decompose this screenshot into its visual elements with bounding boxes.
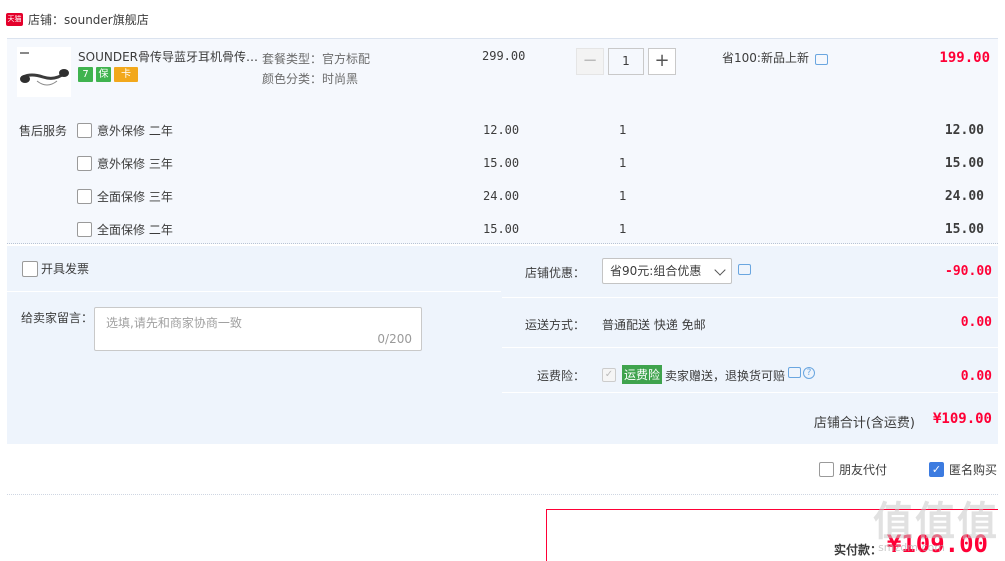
service-price: 12.00 [483,123,520,137]
seller-message-input[interactable]: 选填,请先和商家协商一致 0/200 [94,307,422,351]
friend-pay-checkbox[interactable] [818,462,834,477]
seller-message-placeholder: 选填,请先和商家协商一致 [106,316,242,330]
shop-name[interactable]: 店铺：sounder旗舰店 [28,11,149,28]
shop-subtotal-label: 店铺合计(含运费) [813,416,915,431]
help-icon[interactable]: ? [803,367,815,379]
sku-info: 套餐类型：官方标配 颜色分类：时尚黑 [262,49,370,89]
seven-day-return-icon[interactable]: 7 [78,67,93,82]
anonymous-option[interactable]: ✓ 匿名购买 [928,461,997,478]
anonymous-label[interactable]: 匿名购买 [949,461,997,478]
service-qty: 1 [619,189,627,203]
friend-pay-option[interactable]: 朋友代付 [818,461,887,478]
chevron-down-icon [714,264,726,276]
service-checkbox[interactable] [77,221,92,237]
invoice-row: 开具发票 [7,246,501,292]
payment-options: 朋友代付 ✓ 匿名购买 [777,461,997,478]
decrease-quantity-button[interactable]: − [576,48,604,75]
service-price: 15.00 [483,222,520,236]
shop-discount-amount: -90.00 [945,264,992,279]
item-total: 199.00 [939,50,990,66]
shop-discount-row: 店铺优惠： 省90元:组合优惠 -90.00 [502,246,998,298]
service-row: 意外保修 三年 15.00 1 15.00 [77,153,990,173]
shipping-method: 普通配送 快递 免邮 [602,318,706,332]
seller-message-label: 给卖家留言： [21,311,94,325]
service-checkbox[interactable] [77,122,92,138]
anonymous-checkbox[interactable]: ✓ [928,462,944,477]
product-badges: 7 保 卡 [78,67,138,82]
sku-color: 颜色分类：时尚黑 [262,72,359,86]
service-name: 意外保修 二年 [97,123,173,138]
tmall-icon: 天猫 [6,12,23,26]
increase-quantity-button[interactable]: + [648,48,676,75]
product-thumbnail[interactable] [17,47,71,97]
service-total: 15.00 [944,155,984,171]
sku-package: 套餐类型：官方标配 [262,52,371,66]
order-options-block: 开具发票 给卖家留言： 选填,请先和商家协商一致 0/200 店铺优惠： 省90… [7,246,998,444]
insurance-checkbox[interactable]: ✓ [602,368,616,382]
service-checkbox[interactable] [77,188,92,204]
headphone-icon [17,47,71,97]
service-row: 全面保修 三年 24.00 1 24.00 [77,186,990,206]
shop-header: 天猫 店铺：sounder旗舰店 [6,9,149,29]
quantity-input[interactable]: 1 [608,48,644,75]
service-name: 全面保修 三年 [97,189,173,204]
order-item-block: SOUNDER骨传导蓝牙耳机骨传导运动耳机 7 保 卡 套餐类型：官方标配 颜色… [7,38,998,244]
shipping-row: 运送方式： 普通配送 快递 免邮 0.00 [502,298,998,348]
insurance-tag: 运费险 [622,365,663,384]
site-watermark-url: smzdm.com [878,541,945,554]
guarantee-icon[interactable]: 保 [96,67,111,82]
invoice-checkbox[interactable] [22,260,38,277]
product-title[interactable]: SOUNDER骨传导蓝牙耳机骨传导运动耳机 [78,48,260,65]
quantity-stepper: − 1 + [576,48,676,75]
discount-note: 省100:新品上新 [722,49,828,66]
friend-pay-label[interactable]: 朋友代付 [839,461,887,478]
service-price: 24.00 [483,189,520,203]
section-divider [7,494,998,495]
shop-discount-value: 省90元:组合优惠 [610,264,702,278]
shop-discount-label: 店铺优惠： [524,266,585,280]
after-sales-label: 售后服务 [19,124,68,138]
service-price: 15.00 [483,156,520,170]
unit-price: 299.00 [482,49,526,63]
shop-subtotal-amount: ¥109.00 [932,411,992,427]
shop-subtotal-row: 店铺合计(含运费) ¥109.00 [7,393,998,444]
shop-discount-select[interactable]: 省90元:组合优惠 [602,258,732,284]
service-row: 全面保修 二年 15.00 1 15.00 [77,219,990,239]
credit-card-icon[interactable]: 卡 [114,67,138,82]
service-total: 12.00 [944,122,984,138]
service-total: 15.00 [944,221,984,237]
message-icon[interactable] [738,264,751,275]
insurance-label: 运费险： [536,369,585,383]
service-qty: 1 [619,156,627,170]
service-qty: 1 [619,222,627,236]
message-icon[interactable] [814,54,828,65]
service-row: 意外保修 二年 12.00 1 12.00 [77,120,990,140]
service-name: 全面保修 二年 [97,222,173,237]
service-name: 意外保修 三年 [97,156,173,171]
insurance-amount: 0.00 [960,369,992,384]
service-total: 24.00 [944,188,984,204]
discount-text: 省100:新品上新 [722,51,809,65]
character-count: 0/200 [377,332,412,346]
site-watermark: 值值值 [873,499,999,545]
insurance-description: 卖家赠送，退换货可赔 [665,369,786,383]
shipping-insurance-row: 运费险： ✓ 运费险 卖家赠送，退换货可赔 ? 0.00 [502,348,998,393]
invoice-label[interactable]: 开具发票 [41,260,89,277]
service-qty: 1 [619,123,627,137]
order-extra-left: 开具发票 给卖家留言： 选填,请先和商家协商一致 0/200 [7,246,501,393]
message-icon[interactable] [788,367,801,378]
service-checkbox[interactable] [77,155,92,171]
shipping-amount: 0.00 [960,315,992,330]
shipping-label: 运送方式： [524,318,585,332]
